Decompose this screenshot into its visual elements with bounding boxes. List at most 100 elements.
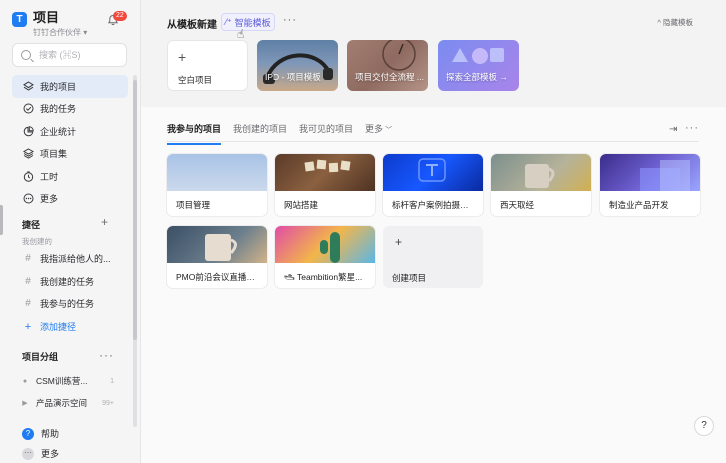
t-logo-image	[418, 158, 446, 182]
dot-icon: ●	[22, 377, 28, 385]
sidebar-item-more[interactable]: 更多	[12, 188, 128, 211]
blog-tiles-image	[304, 159, 351, 173]
sidebar-item-my-tasks[interactable]: 我的任务	[12, 98, 128, 121]
sidebar-item-label: 企业统计	[40, 126, 77, 137]
caret-down-icon: ▾	[83, 28, 88, 37]
main-area: 从模板新建 ⁄⁺ 智能模板 ☝ ··· ^ 隐藏模板 + 空白项目 IPD - 项…	[141, 0, 726, 463]
hash-icon: #	[25, 275, 31, 287]
search-icon	[21, 50, 31, 60]
exit-icon[interactable]: ⇥	[669, 124, 677, 135]
hash-icon: #	[25, 252, 31, 264]
template-card-delivery[interactable]: 项目交付全流程 ...	[347, 40, 428, 91]
group-count: 99+	[102, 399, 114, 407]
tabs-divider	[167, 141, 699, 142]
explore-label: 探索全部模板	[446, 72, 498, 82]
template-card-label: 空白项目	[178, 75, 213, 85]
project-cover	[600, 154, 700, 191]
shortcut-label: 我参与的任务	[40, 299, 95, 309]
sidebar-scrollbar-thumb[interactable]	[133, 80, 137, 340]
clock-image	[382, 40, 416, 71]
project-cover	[275, 154, 375, 191]
sidebar-item-label: 更多	[40, 194, 59, 205]
search-input[interactable]	[39, 50, 119, 60]
template-card-label: 项目交付全流程 ...	[355, 72, 424, 82]
headphones-image	[263, 53, 333, 84]
chevron-down-icon: ﹀	[385, 127, 393, 134]
shortcuts-subtitle: 我创建的	[22, 237, 52, 246]
shortcut-item[interactable]: # 我参与的任务	[22, 297, 94, 310]
app-titles: 项目 钉钉合作伙伴 ▾	[33, 10, 87, 38]
add-shortcut-link[interactable]: + 添加捷径	[22, 320, 76, 333]
shortcut-item[interactable]: # 我指派给他人的...	[22, 252, 110, 265]
sidebar-item-project-set[interactable]: 项目集	[12, 143, 128, 166]
org-switcher[interactable]: 钉钉合作伙伴 ▾	[33, 27, 87, 38]
template-card-ipd[interactable]: IPD - 项目模板	[257, 40, 338, 91]
template-card-label: 探索全部模板 →	[446, 71, 516, 83]
app-logo-icon: T	[12, 12, 27, 27]
project-cover	[491, 154, 591, 191]
plus-icon: +	[178, 49, 187, 65]
groups-more-icon[interactable]: ···	[99, 348, 114, 362]
project-cover	[167, 154, 267, 191]
group-item[interactable]: ▶ 产品演示空间 99+	[22, 397, 114, 409]
layers-icon	[23, 81, 34, 92]
cactus-image	[320, 232, 340, 263]
project-card[interactable]: PMO前沿会议直播专项	[167, 226, 267, 288]
footer-more-label: 更多	[41, 449, 60, 459]
project-name: 🛥 Teambition繁星...	[284, 272, 363, 282]
question-icon: ?	[701, 420, 707, 431]
caret-right-icon: ▶	[22, 400, 28, 407]
sidebar: T 项目 钉钉合作伙伴 ▾ 22 我的项目 我的任务 企业统计 项目集	[0, 0, 141, 463]
org-name: 钉钉合作伙伴	[33, 28, 81, 37]
help-float-button[interactable]: ?	[694, 416, 714, 436]
project-card[interactable]: 标杆客户案例拍摄撰写	[383, 154, 483, 216]
project-name: 项目管理	[176, 200, 211, 210]
sidebar-resize-handle[interactable]	[0, 205, 3, 235]
project-card[interactable]: 网站搭建	[275, 154, 375, 216]
notification-badge: 22	[113, 11, 127, 21]
project-card[interactable]: 🛥 Teambition繁星...	[275, 226, 375, 288]
hash-icon: #	[25, 297, 31, 309]
project-card[interactable]: 项目管理	[167, 154, 267, 216]
group-item[interactable]: ● CSM训练营... 1	[22, 375, 114, 387]
plus-icon: +	[24, 320, 32, 333]
project-name: PMO前沿会议直播专项	[176, 272, 260, 282]
shortcut-item[interactable]: # 我创建的任务	[22, 275, 94, 288]
hide-templates-label: 隐藏模板	[663, 18, 693, 27]
project-card[interactable]: 制造业产品开发	[600, 154, 700, 216]
sidebar-item-label: 我的项目	[40, 81, 77, 92]
stack-icon	[23, 148, 34, 159]
project-cover	[167, 226, 267, 263]
hide-templates-button[interactable]: ^ 隐藏模板	[657, 17, 693, 28]
shortcut-label: 我创建的任务	[40, 277, 95, 287]
sidebar-item-enterprise-stats[interactable]: 企业统计	[12, 120, 128, 143]
app-header[interactable]: T 项目 钉钉合作伙伴 ▾	[12, 10, 87, 38]
template-card-blank[interactable]: + 空白项目	[167, 40, 248, 91]
add-shortcut-icon[interactable]: +	[101, 216, 108, 228]
plus-icon: +	[395, 235, 403, 249]
help-label: 帮助	[41, 429, 60, 439]
create-project-card[interactable]: + 创建项目	[383, 226, 483, 288]
sidebar-item-label: 工时	[40, 171, 59, 182]
template-more-icon[interactable]: ···	[283, 14, 297, 26]
cube-image	[640, 160, 690, 191]
tabs-more-icon[interactable]: ···	[685, 122, 699, 134]
magic-wand-icon: ⁄⁺	[225, 16, 232, 27]
sidebar-nav: 我的项目 我的任务 企业统计 项目集 工时 更多	[12, 75, 128, 210]
project-name: 网站搭建	[284, 200, 319, 210]
footer-more-button[interactable]: ··· 更多	[22, 447, 59, 460]
template-card-explore[interactable]: 探索全部模板 →	[438, 40, 519, 91]
project-card[interactable]: 西天取经	[491, 154, 591, 216]
search-box[interactable]	[12, 43, 127, 67]
mug-image	[205, 234, 237, 261]
sidebar-item-timesheet[interactable]: 工时	[12, 165, 128, 188]
sidebar-item-label: 我的任务	[40, 104, 77, 115]
smart-template-button[interactable]: ⁄⁺ 智能模板	[221, 13, 275, 31]
pie-chart-icon	[23, 126, 34, 137]
help-button[interactable]: ? 帮助	[22, 427, 59, 440]
group-label: 产品演示空间	[36, 398, 88, 408]
sidebar-item-my-projects[interactable]: 我的项目	[12, 75, 128, 98]
template-section-title: 从模板新建	[167, 20, 217, 31]
shortcuts-title: 捷径	[22, 220, 41, 230]
app-title: 项目	[33, 10, 60, 25]
